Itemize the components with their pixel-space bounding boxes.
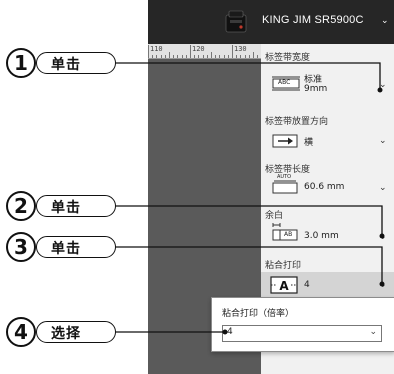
- chevron-down-icon[interactable]: ⌄: [379, 183, 387, 193]
- chevron-down-icon[interactable]: ⌄: [369, 327, 377, 337]
- ruler-tick: [173, 55, 175, 58]
- ruler-tick: [248, 55, 250, 58]
- step-instruction: 单击: [36, 52, 116, 74]
- chevron-down-icon[interactable]: ⌄: [379, 80, 387, 90]
- step-number: 1: [6, 48, 36, 78]
- step-text: 单击: [51, 200, 81, 216]
- magnification-select[interactable]: 4 ⌄: [222, 325, 382, 342]
- popup-title: 粘合打印（倍率）: [222, 309, 295, 319]
- tape-width-label: 标签带宽度: [265, 53, 311, 63]
- step-instruction: 选择: [36, 321, 116, 343]
- ruler-tick: [190, 45, 191, 58]
- ruler-tick: [181, 55, 183, 58]
- ruler-tick: [148, 45, 149, 58]
- magnification-select-value: 4: [227, 327, 233, 337]
- ruler-tick: [215, 55, 217, 58]
- svg-text:A: A: [279, 279, 289, 293]
- tape-width-icon: ABC: [272, 76, 300, 91]
- ruler-tick: [227, 55, 229, 58]
- printer-icon: [222, 8, 250, 36]
- step-instruction: 单击: [36, 236, 116, 258]
- step-instruction: 单击: [36, 195, 116, 217]
- merge-print-icon: A: [270, 276, 298, 294]
- ruler-tick: [257, 55, 259, 58]
- ruler-tick: [211, 52, 212, 58]
- margin-value: 3.0 mm: [304, 231, 339, 241]
- ruler-tick: [206, 55, 208, 58]
- printer-name[interactable]: KING JIM SR5900C: [262, 14, 364, 26]
- ruler-tick: [156, 55, 158, 58]
- chevron-down-icon[interactable]: ⌄: [379, 280, 387, 290]
- step-number: 2: [6, 191, 36, 221]
- ruler-tick: [236, 55, 238, 58]
- ruler-label: 130: [234, 45, 247, 53]
- ruler-tick: [185, 55, 187, 58]
- tape-width-value-size: 9mm: [304, 84, 328, 94]
- ruler-tick: [244, 55, 246, 58]
- step-text: 单击: [51, 241, 81, 257]
- ruler-tick: [198, 55, 200, 58]
- merge-print-popup: 粘合打印（倍率） 4 ⌄: [211, 297, 394, 352]
- margin-label: 余白: [265, 211, 284, 221]
- tape-width-icon-text: ABC: [278, 79, 291, 86]
- chevron-down-icon[interactable]: ⌄: [379, 232, 387, 242]
- tape-orientation-label: 标签带放置方向: [265, 117, 329, 127]
- merge-print-label: 粘合打印: [265, 261, 302, 271]
- step-number: 4: [6, 317, 36, 347]
- step-text: 选择: [51, 326, 81, 342]
- ruler-tick: [232, 45, 233, 58]
- orientation-arrow-icon: [272, 133, 298, 148]
- ruler-tick: [194, 55, 196, 58]
- ruler: 110 120 130: [148, 44, 261, 59]
- margin-icon: AB: [272, 222, 298, 242]
- ruler-tick: [152, 55, 154, 58]
- ruler-tick: [240, 55, 242, 58]
- ruler-label: 110: [150, 45, 163, 53]
- ruler-tick: [253, 52, 254, 58]
- tape-length-auto-icon: AUTO: [272, 174, 298, 194]
- ruler-tick: [169, 52, 170, 58]
- ruler-label: 120: [192, 45, 205, 53]
- ruler-tick: [219, 55, 221, 58]
- chevron-down-icon[interactable]: ⌄: [379, 136, 387, 146]
- ruler-tick: [160, 55, 162, 58]
- step-text: 单击: [51, 57, 81, 73]
- merge-print-value: 4: [304, 280, 310, 290]
- tape-length-value: 60.6 mm: [304, 182, 345, 192]
- ruler-tick: [202, 55, 204, 58]
- ruler-tick: [164, 55, 166, 58]
- tape-orientation-value: 横: [304, 138, 314, 148]
- step-number: 3: [6, 232, 36, 262]
- margin-icon-text: AB: [284, 231, 293, 238]
- ruler-tick: [223, 55, 225, 58]
- chevron-down-icon[interactable]: ⌄: [381, 16, 389, 26]
- ruler-tick: [177, 55, 179, 58]
